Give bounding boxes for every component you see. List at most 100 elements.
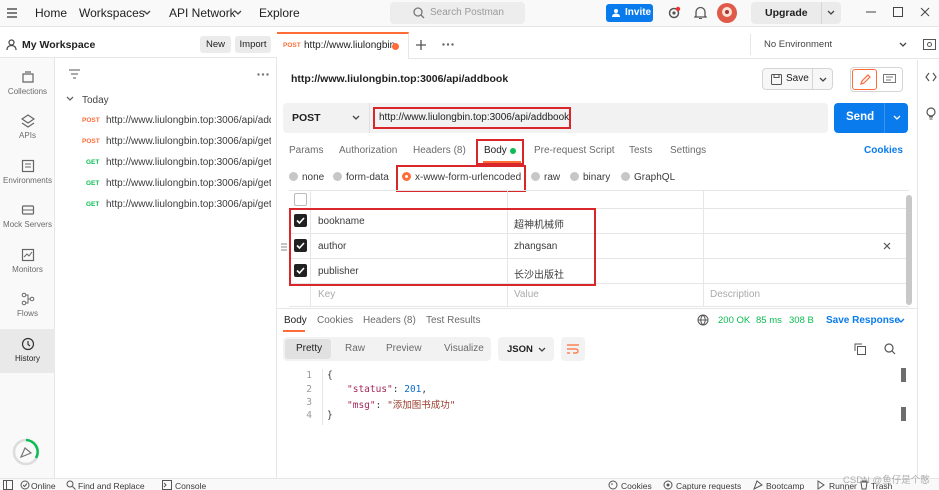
rail-monitors[interactable]: Monitors bbox=[0, 240, 55, 284]
format-preview[interactable]: Preview bbox=[386, 343, 422, 354]
radio-none[interactable]: none bbox=[289, 172, 324, 183]
send-button[interactable]: Send bbox=[834, 103, 908, 133]
more-icon[interactable] bbox=[257, 73, 269, 76]
menu-icon[interactable] bbox=[6, 7, 18, 19]
nav-workspaces[interactable]: Workspaces bbox=[79, 6, 145, 20]
history-item[interactable]: GET http://www.liulongbin.top:3006/api/g… bbox=[55, 195, 277, 215]
copy-icon[interactable] bbox=[854, 343, 866, 355]
wrap-lines-icon bbox=[567, 344, 579, 354]
globe-icon[interactable] bbox=[697, 314, 709, 326]
request-tab[interactable]: POST http://www.liulongbin bbox=[277, 32, 409, 59]
bootcamp-progress-icon[interactable] bbox=[10, 436, 42, 468]
upgrade-label: Upgrade bbox=[765, 7, 808, 19]
more-tabs-icon[interactable] bbox=[442, 43, 454, 46]
status-cookies[interactable]: Cookies bbox=[621, 481, 652, 490]
resp-tab-body[interactable]: Body bbox=[284, 315, 307, 326]
search-bar[interactable]: Search Postman bbox=[390, 2, 525, 24]
json-key: "msg" bbox=[347, 400, 376, 411]
wrap-button[interactable] bbox=[561, 337, 585, 361]
format-visualize[interactable]: Visualize bbox=[444, 343, 484, 354]
invite-button[interactable]: Invite bbox=[606, 4, 653, 22]
rail-history[interactable]: History bbox=[0, 329, 55, 373]
unsaved-dot bbox=[392, 43, 399, 50]
history-item[interactable]: POST http://www.liulongbin.top:3006/api/… bbox=[55, 111, 277, 131]
request-scrollbar[interactable] bbox=[906, 195, 912, 305]
tab-settings[interactable]: Settings bbox=[670, 145, 706, 156]
resp-tab-headers[interactable]: Headers (8) bbox=[363, 315, 416, 326]
search-icon[interactable] bbox=[884, 343, 896, 355]
rail-flows[interactable]: Flows bbox=[0, 284, 55, 328]
new-tab-icon[interactable] bbox=[416, 40, 426, 50]
nav-home[interactable]: Home bbox=[35, 6, 67, 20]
radio-graphql[interactable]: GraphQL bbox=[621, 172, 675, 183]
rail-collections[interactable]: Collections bbox=[0, 62, 55, 106]
upgrade-button[interactable]: Upgrade bbox=[751, 2, 841, 24]
history-item[interactable]: POST http://www.liulongbin.top:3006/api/… bbox=[55, 132, 277, 152]
resp-tab-test-results[interactable]: Test Results bbox=[426, 315, 480, 326]
tab-headers[interactable]: Headers (8) bbox=[413, 145, 466, 156]
status-online[interactable]: Online bbox=[31, 481, 56, 490]
chevron-down-icon[interactable] bbox=[143, 10, 151, 16]
new-button[interactable]: New bbox=[200, 36, 231, 53]
status-console[interactable]: Console bbox=[175, 481, 206, 490]
environment-select[interactable]: No Environment bbox=[750, 34, 914, 55]
status-bootcamp[interactable]: Bootcamp bbox=[766, 481, 804, 490]
method-select[interactable]: POST bbox=[283, 103, 369, 133]
mock-servers-icon bbox=[21, 205, 34, 215]
delete-row-icon[interactable] bbox=[883, 242, 891, 250]
tab-params[interactable]: Params bbox=[289, 145, 323, 156]
key-placeholder[interactable]: Key bbox=[318, 289, 335, 300]
chevron-down-icon[interactable] bbox=[893, 115, 901, 121]
nav-explore[interactable]: Explore bbox=[259, 6, 300, 20]
code-icon[interactable] bbox=[925, 72, 937, 82]
format-pretty[interactable]: Pretty bbox=[296, 343, 322, 354]
settings-icon[interactable] bbox=[667, 6, 681, 20]
nav-api-network[interactable]: API Network bbox=[169, 6, 236, 20]
rail-apis[interactable]: APIs bbox=[0, 106, 55, 150]
minimize-icon[interactable] bbox=[866, 10, 876, 14]
tab-tests[interactable]: Tests bbox=[629, 145, 652, 156]
filter-icon[interactable] bbox=[69, 69, 80, 79]
history-item[interactable]: GET http://www.liulongbin.top:3006/api/g… bbox=[55, 174, 277, 194]
radio-binary[interactable]: binary bbox=[570, 172, 610, 183]
divider bbox=[884, 103, 885, 133]
value-placeholder[interactable]: Value bbox=[514, 289, 539, 300]
chevron-down-icon[interactable] bbox=[819, 77, 827, 83]
response-scrollbar-bottom[interactable] bbox=[901, 407, 906, 421]
status-capture-requests[interactable]: Capture requests bbox=[676, 481, 741, 490]
console-icon bbox=[162, 480, 172, 490]
import-button[interactable]: Import bbox=[235, 36, 271, 53]
comment-icon[interactable] bbox=[883, 74, 896, 85]
chevron-down-icon[interactable] bbox=[897, 318, 905, 324]
chevron-down-icon[interactable] bbox=[234, 10, 242, 16]
language-select[interactable]: JSON bbox=[498, 337, 554, 361]
radio-raw[interactable]: raw bbox=[531, 172, 560, 183]
environment-quicklook-icon[interactable] bbox=[923, 39, 936, 50]
maximize-icon[interactable] bbox=[893, 7, 903, 17]
format-raw[interactable]: Raw bbox=[345, 343, 365, 354]
layout-icon[interactable] bbox=[3, 480, 13, 490]
radio-form-data[interactable]: form-data bbox=[333, 172, 389, 183]
lightbulb-icon[interactable] bbox=[926, 107, 936, 120]
save-response-button[interactable]: Save Response bbox=[826, 315, 900, 326]
bell-icon[interactable] bbox=[694, 6, 707, 20]
environments-icon bbox=[21, 159, 34, 173]
rail-environments[interactable]: Environments bbox=[0, 151, 55, 195]
close-icon[interactable] bbox=[920, 7, 930, 17]
select-all-checkbox[interactable] bbox=[294, 193, 307, 206]
tab-authorization[interactable]: Authorization bbox=[339, 145, 397, 156]
history-item[interactable]: GET http://www.liulongbin.top:3006/api/g… bbox=[55, 153, 277, 173]
chevron-down-icon[interactable] bbox=[827, 10, 835, 16]
description-placeholder[interactable]: Description bbox=[710, 289, 760, 300]
edit-mode-button[interactable] bbox=[852, 69, 877, 90]
chevron-down-icon[interactable] bbox=[66, 96, 74, 102]
tab-prerequest-script[interactable]: Pre-request Script bbox=[534, 145, 615, 156]
resp-tab-cookies[interactable]: Cookies bbox=[317, 315, 353, 326]
avatar[interactable] bbox=[717, 3, 737, 23]
drag-handle-icon[interactable] bbox=[281, 243, 287, 251]
response-scrollbar-top[interactable] bbox=[901, 368, 906, 382]
status-find-replace[interactable]: Find and Replace bbox=[78, 481, 145, 490]
cookies-link[interactable]: Cookies bbox=[864, 145, 903, 156]
rail-mock-servers[interactable]: Mock Servers bbox=[0, 195, 55, 239]
save-button[interactable]: Save bbox=[762, 68, 833, 90]
